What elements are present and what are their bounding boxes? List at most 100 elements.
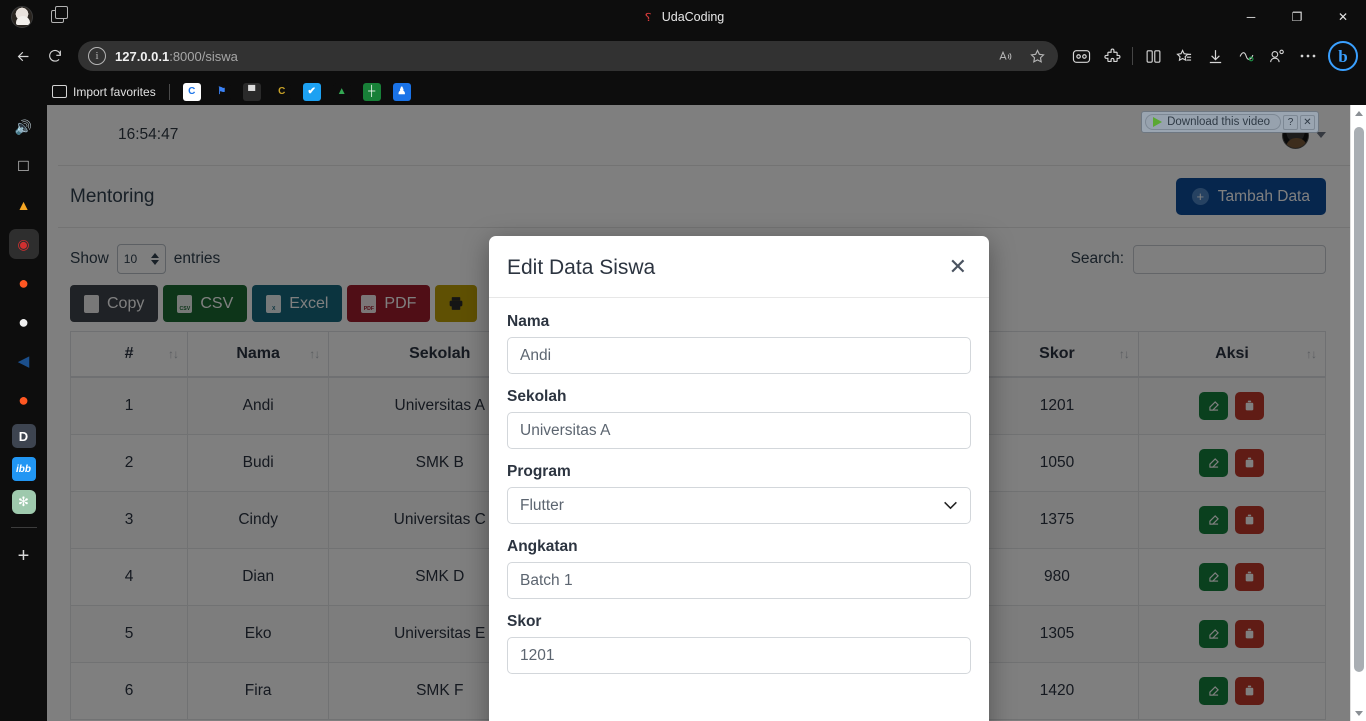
- close-modal-icon[interactable]: ✕: [947, 256, 969, 278]
- d-letter-icon[interactable]: D: [11, 424, 36, 448]
- pdf-label: PDF: [384, 294, 417, 312]
- column-header-no[interactable]: # ↑↓: [69, 331, 189, 378]
- scrollbar-thumb[interactable]: [1354, 127, 1364, 672]
- collections-icon[interactable]: [1169, 41, 1199, 71]
- github-icon[interactable]: ●: [9, 307, 39, 337]
- delete-row-button[interactable]: [1235, 563, 1265, 591]
- copy-icon: [84, 294, 99, 313]
- cell-nama: Fira: [187, 662, 330, 720]
- delete-row-button[interactable]: [1235, 392, 1265, 420]
- column-header-nama[interactable]: Nama ↑↓: [187, 331, 330, 378]
- coccoc-icon[interactable]: C: [182, 82, 201, 101]
- edit-row-button[interactable]: [1199, 449, 1229, 477]
- import-favorites-label: Import favorites: [73, 84, 156, 99]
- page-length-value: 10: [123, 252, 138, 266]
- page-length-select[interactable]: 10: [116, 244, 166, 274]
- google-contacts-icon[interactable]: ♟: [392, 82, 411, 101]
- c-letter-icon[interactable]: C: [272, 82, 291, 101]
- scroll-down-icon[interactable]: [1351, 705, 1366, 721]
- browser-essentials-icon[interactable]: [1231, 41, 1261, 71]
- page-title: Mentoring: [70, 185, 155, 207]
- edit-row-button[interactable]: [1199, 506, 1229, 534]
- flag-icon[interactable]: ⚑: [212, 82, 231, 101]
- extensions-puzzle-icon[interactable]: [1097, 41, 1127, 71]
- help-icon[interactable]: ?: [1283, 114, 1298, 130]
- cell-no: 6: [69, 662, 189, 720]
- document-icon[interactable]: □: [9, 151, 39, 181]
- tab-stack-icon[interactable]: [51, 6, 73, 28]
- chevron-down-icon: [943, 498, 958, 513]
- copilot-icon[interactable]: b: [1328, 41, 1358, 71]
- analytics-icon[interactable]: ▀: [242, 82, 261, 101]
- scroll-up-icon[interactable]: [1351, 105, 1366, 121]
- program-select[interactable]: Flutter: [507, 487, 971, 524]
- search-input[interactable]: [1133, 244, 1326, 274]
- edit-row-button[interactable]: [1199, 620, 1229, 648]
- google-drive-icon[interactable]: ▲: [332, 82, 351, 101]
- label-sekolah: Sekolah: [507, 388, 567, 405]
- pacman-orange-icon-2[interactable]: ●: [9, 385, 39, 415]
- cell-skor: 1050: [975, 434, 1139, 492]
- google-sheets-icon[interactable]: ┼: [362, 82, 381, 101]
- entries-label: entries: [173, 250, 221, 267]
- pacman-orange-icon[interactable]: ●: [9, 268, 39, 298]
- angkatan-input[interactable]: [507, 562, 971, 599]
- checkmark-icon[interactable]: ✔: [302, 82, 321, 101]
- pdf-file-icon: PDF: [361, 294, 377, 313]
- edit-row-button[interactable]: [1199, 563, 1229, 591]
- download-video-widget[interactable]: Download this video ? ✕: [1141, 111, 1319, 133]
- app-icon-selected[interactable]: ◉: [8, 229, 39, 259]
- speaker-icon[interactable]: 🔊: [9, 112, 39, 142]
- print-button[interactable]: [435, 285, 478, 322]
- reload-icon[interactable]: [40, 41, 70, 71]
- download-this-video-button[interactable]: Download this video: [1145, 114, 1281, 130]
- stepper-icon: [150, 253, 159, 265]
- kite-blue-icon[interactable]: ◀: [9, 346, 39, 376]
- delete-row-button[interactable]: [1235, 449, 1265, 477]
- profile-avatar[interactable]: [11, 6, 33, 28]
- page-subheader: Mentoring + Tambah Data: [58, 166, 1366, 228]
- add-icon[interactable]: +: [9, 541, 39, 571]
- column-header-aksi[interactable]: Aksi ↑↓: [1137, 331, 1327, 378]
- close-window-button[interactable]: ✕: [1320, 0, 1366, 34]
- more-options-icon[interactable]: [1293, 41, 1323, 71]
- favorite-star-icon[interactable]: [1022, 41, 1052, 71]
- openai-icon[interactable]: ✻: [11, 490, 36, 514]
- delete-row-button[interactable]: [1235, 677, 1265, 705]
- edit-row-button[interactable]: [1199, 392, 1229, 420]
- close-icon[interactable]: ✕: [1300, 114, 1315, 130]
- chevron-down-icon[interactable]: [1316, 132, 1326, 138]
- add-data-button[interactable]: + Tambah Data: [1175, 178, 1326, 215]
- excel-button[interactable]: X Excel: [252, 285, 343, 322]
- browser-tab[interactable]: UdaCoding: [0, 0, 1366, 34]
- delete-row-button[interactable]: [1235, 620, 1265, 648]
- ibb-icon[interactable]: ibb: [11, 457, 36, 481]
- minimize-button[interactable]: ─: [1228, 0, 1274, 34]
- column-header-skor[interactable]: Skor ↑↓: [975, 331, 1139, 378]
- copy-button[interactable]: Copy: [70, 285, 159, 322]
- cell-no: 5: [69, 605, 189, 663]
- cell-no: 2: [69, 434, 189, 492]
- csv-button[interactable]: CSV CSV: [163, 285, 248, 322]
- sekolah-input[interactable]: [507, 412, 971, 449]
- delete-row-button[interactable]: [1235, 506, 1265, 534]
- site-info-icon[interactable]: i: [88, 47, 106, 65]
- import-favorites-button[interactable]: Import favorites: [46, 82, 162, 102]
- pdf-button[interactable]: PDF PDF: [347, 285, 431, 322]
- back-icon[interactable]: [8, 41, 38, 71]
- sort-icon: ↑↓: [309, 347, 320, 361]
- browser-toolbar: i 127.0.0.1:8000/siswa b: [0, 34, 1366, 78]
- vertical-scrollbar[interactable]: [1350, 105, 1366, 721]
- address-bar[interactable]: i 127.0.0.1:8000/siswa: [78, 41, 1058, 71]
- edit-row-button[interactable]: [1199, 677, 1229, 705]
- read-aloud-icon[interactable]: [990, 41, 1020, 71]
- profile-settings-icon[interactable]: [1262, 41, 1292, 71]
- skor-input[interactable]: [507, 637, 971, 674]
- firebase-icon[interactable]: ▲: [9, 190, 39, 220]
- wallet-icon[interactable]: [1066, 41, 1096, 71]
- downloads-icon[interactable]: [1200, 41, 1230, 71]
- nama-input[interactable]: [507, 337, 971, 374]
- split-screen-icon[interactable]: [1138, 41, 1168, 71]
- url-path: :8000/siswa: [169, 48, 238, 64]
- maximize-button[interactable]: ❐: [1274, 0, 1320, 34]
